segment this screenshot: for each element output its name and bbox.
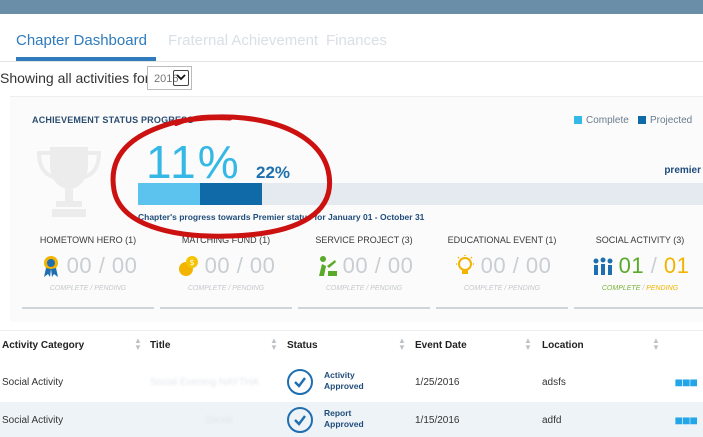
category-count: 00 / 00: [204, 253, 276, 278]
category-divider: [298, 307, 430, 309]
category-count: 00 / 00: [480, 253, 552, 278]
category-label: SOCIAL ACTIVITY (3): [595, 235, 685, 245]
category-count: 00 / 00: [342, 253, 414, 278]
header-status[interactable]: Status: [287, 340, 318, 351]
sort-icon[interactable]: ▲ ▼: [398, 337, 406, 352]
more-options-icon[interactable]: ■■■: [675, 375, 698, 389]
tab-chapter-dashboard[interactable]: Chapter Dashboard: [16, 32, 147, 49]
service-icon: [318, 256, 337, 276]
category-educational-event[interactable]: EDUCATIONAL EVENT (1) 00 / 00 COMPLETE /…: [432, 235, 572, 309]
category-count: 00 / 00: [66, 253, 138, 278]
check-circle-icon: [287, 369, 313, 395]
projected-percent: 22%: [256, 163, 291, 182]
svg-text:$: $: [189, 258, 194, 267]
sort-icon[interactable]: ▲ ▼: [524, 337, 532, 352]
category-label: MATCHING FUND (1): [181, 235, 271, 245]
category-matching-fund[interactable]: MATCHING FUND (1) $ 00 / 00 COMPLETE / P…: [156, 235, 296, 309]
cell-event-date: 1/25/2016: [415, 377, 460, 388]
people-icon: [593, 257, 613, 275]
category-social-activity[interactable]: SOCIAL ACTIVITY (3) 01 / 01 COMPLETE / P…: [570, 235, 703, 309]
trophy-icon: [36, 147, 102, 217]
cell-title: Social Evening NAYTHA: [150, 377, 259, 388]
cell-category: Social Activity: [2, 415, 64, 426]
header-activity-category[interactable]: Activity Category: [2, 340, 84, 351]
category-hometown-hero[interactable]: HOMETOWN HERO (1) 00 / 00 COMPLETE / PEN…: [18, 235, 158, 309]
sort-icon[interactable]: ▲ ▼: [652, 337, 660, 352]
category-label: SERVICE PROJECT (3): [315, 235, 413, 245]
header-location[interactable]: Location: [542, 340, 584, 351]
more-options-icon[interactable]: ■■■: [675, 413, 698, 427]
achievement-title: ACHIEVEMENT STATUS PROGRESS: [32, 115, 194, 125]
category-sublabel: COMPLETE / PENDING: [187, 285, 265, 292]
cell-status: Activity Approved: [324, 370, 364, 391]
category-label: HOMETOWN HERO (1): [39, 235, 137, 245]
category-service-project[interactable]: SERVICE PROJECT (3) 00 / 00 COMPLETE / P…: [294, 235, 434, 309]
progress-caption: Chapter's progress towards Premier statu…: [138, 212, 425, 222]
category-sublabel: COMPLETE / PENDING: [601, 285, 679, 292]
progress-bar: [138, 183, 703, 205]
sort-icon[interactable]: ▲ ▼: [270, 337, 278, 352]
lightbulb-icon: [455, 255, 474, 274]
tab-fraternal-achievement[interactable]: Fraternal Achievement: [168, 32, 318, 49]
header-title[interactable]: Title: [150, 340, 170, 351]
category-divider: [22, 307, 154, 309]
dashboard-app: Chapter Dashboard Fraternal Achievement …: [0, 0, 703, 437]
active-tab-indicator: [16, 57, 156, 61]
category-sublabel: COMPLETE / PENDING: [325, 285, 403, 292]
cell-location: adsfs: [542, 377, 566, 388]
legend-projected-swatch: [638, 116, 646, 124]
tab-finances[interactable]: Finances: [326, 32, 387, 49]
category-count: 01 / 01: [618, 253, 690, 278]
tier-label: premier: [664, 165, 701, 176]
category-divider: [160, 307, 292, 309]
legend-complete: Complete: [574, 115, 629, 126]
category-sublabel: COMPLETE / PENDING: [49, 285, 127, 292]
category-label: EDUCATIONAL EVENT (1): [447, 235, 557, 245]
tab-bar: Chapter Dashboard Fraternal Achievement …: [0, 14, 703, 62]
complete-percent: 11%: [146, 136, 241, 188]
category-divider: [574, 307, 703, 309]
header-event-date[interactable]: Event Date: [415, 340, 467, 351]
table-header: Activity Category ▲ ▼ Title ▲ ▼ Status ▲ ▼ …: [0, 330, 703, 360]
filter-label: Showing all activities for: [0, 70, 150, 86]
table-row[interactable]: Social Activity Social Report Approved 1/…: [0, 402, 703, 437]
sort-icon[interactable]: ▲ ▼: [134, 337, 142, 352]
year-select[interactable]: 2016: [147, 66, 192, 90]
category-divider: [436, 307, 568, 309]
legend-complete-swatch: [574, 116, 582, 124]
category-sublabel: COMPLETE / PENDING: [463, 285, 541, 292]
cell-category: Social Activity: [2, 377, 64, 388]
check-circle-icon: [287, 407, 313, 433]
legend-projected: Projected: [638, 115, 692, 126]
progress-bar-complete: [138, 183, 200, 205]
cell-status: Report Approved: [324, 408, 364, 429]
top-band: [0, 0, 703, 14]
achievement-panel: ACHIEVEMENT STATUS PROGRESS Complete Pro…: [10, 96, 703, 322]
cell-title: Social: [205, 415, 233, 426]
coins-icon: $: [178, 256, 198, 276]
cell-location: adfd: [542, 415, 562, 426]
chevron-down-icon: [173, 70, 189, 86]
table-row[interactable]: Social Activity Social Evening NAYTHA Ac…: [0, 364, 703, 400]
cell-event-date: 1/15/2016: [415, 415, 460, 426]
ribbon-icon: [43, 256, 58, 277]
